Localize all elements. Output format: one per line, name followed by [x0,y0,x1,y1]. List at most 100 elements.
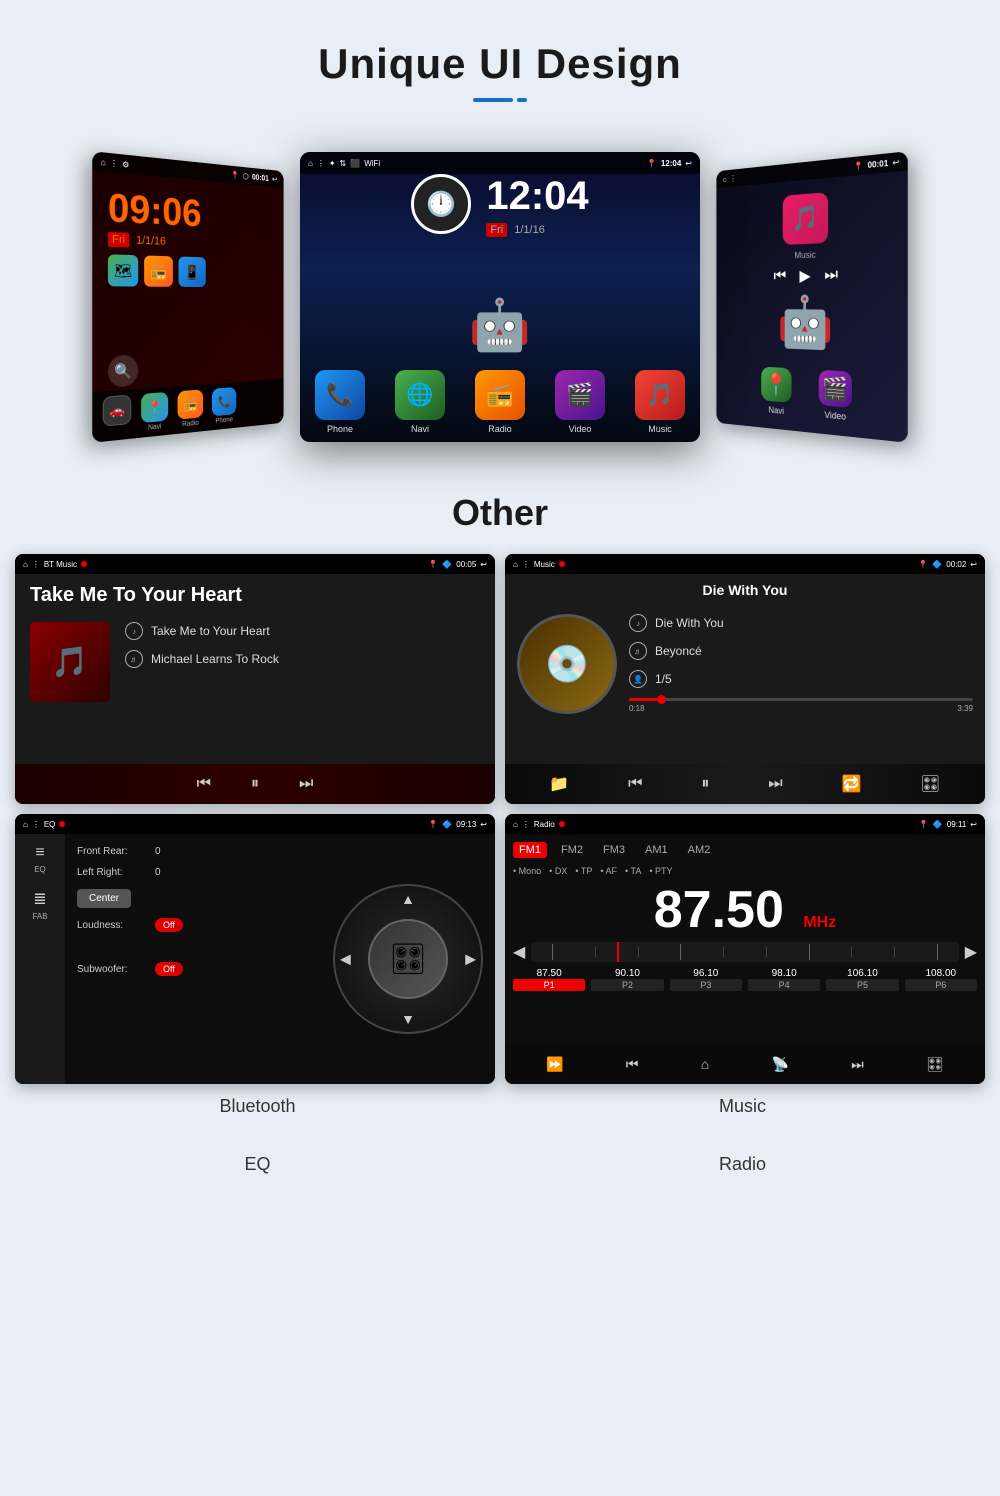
radio-wifi-icon[interactable]: 📡 [771,1056,788,1073]
bt-prev-icon[interactable]: ⏮ [197,775,211,793]
music-artist-name: Beyoncé [655,644,702,658]
bt-album-art: 🎵 [30,622,110,702]
radio-status-right: 📍 🔷 09:11 ↩ [919,820,977,829]
bt-screen-title: Take Me To Your Heart [30,584,480,607]
radio-home-ctrl-icon[interactable]: ⌂ [701,1056,709,1072]
subwoofer-toggle[interactable]: Off [155,962,183,976]
eq-sidebar-eq[interactable]: ≡ EQ [34,844,46,874]
music-status-left: ⌂ ⋮ Music [513,560,565,569]
music-folder-icon[interactable]: 📁 [549,774,569,794]
radio-band-fm2[interactable]: FM2 [555,842,589,858]
bt-track-name: Take Me to Your Heart [151,624,270,638]
eq-sidebar-fab[interactable]: ≣ FAB [32,889,47,921]
bt-time: 00:05 [456,560,476,569]
preset-1[interactable]: 87.50 P1 [513,968,585,991]
radio-status-bar: ⌂ ⋮ Radio 📍 🔷 09:11 ↩ [505,814,985,834]
bt-next-icon[interactable]: ⏭ [299,775,313,793]
nav-item-navi: 📍 Navi [141,392,168,432]
menu-icon-r: ⋮ [730,173,736,182]
bt-loc-icon: 📍 [428,560,438,569]
right-video-label: Video [824,410,846,422]
next-icon-r[interactable]: ⏭ [824,266,838,285]
app-label-navi: Navi [411,424,429,434]
center-clock: 🕛 12:04 Fri 1/1/16 [411,174,588,236]
preset-2[interactable]: 90.10 P2 [591,968,663,991]
prev-icon-r[interactable]: ⏮ [774,267,787,285]
eq-knob[interactable]: ▲ ▼ ◀ ▶ 🎛 [333,884,483,1034]
radio-slider-bar[interactable] [531,942,958,962]
radio-rewind-icon[interactable]: ⏩ [546,1056,563,1073]
progress-current: 0:18 [629,704,645,713]
eq-left-right-row: Left Right: 0 [77,867,321,878]
radio-next-btn[interactable]: ▶ [965,942,977,962]
left-status-right: 📍 ⬡ 00:01 ↩ [231,170,277,183]
bt-track-details: ♪ Take Me to Your Heart ♬ Michael Learns… [125,622,480,678]
search-icon-area[interactable]: 🔍 [108,354,138,387]
radio-band-am2[interactable]: AM2 [682,842,717,858]
music-eq-icon[interactable]: 🎛 [920,774,940,794]
music-back-icon: ↩ [970,560,977,569]
eq-icon: ≡ [35,844,44,862]
eq-front-rear-row: Front Rear: 0 [77,846,321,857]
music-prev-icon[interactable]: ⏮ [628,775,642,793]
right-navi-icon: 📍 [761,367,791,403]
preset-6[interactable]: 108.00 P6 [905,968,977,991]
preset-4-label: P4 [748,979,820,991]
tick-7 [809,944,810,960]
clock-circle: 🕛 [411,174,471,234]
knob-arrows: ▲ ▼ ◀ ▶ [335,886,481,1032]
image-icon-c: ⬛ [350,159,360,168]
radio-band-tabs: FM1 FM2 FM3 AM1 AM2 [513,842,977,858]
preset-4[interactable]: 98.10 P4 [748,968,820,991]
radio-icon: 📻 [178,389,204,419]
right-video-icon: 🎬 [819,370,852,408]
center-screen-content: ⌂ ⋮ ✦ ⇅ ⬛ WiFi 📍 12:04 ↩ 🕛 [300,152,700,442]
bt-pause-icon[interactable]: ⏸ [251,775,259,793]
radio-playback-controls: ⏩ ⏮ ⌂ 📡 ⏭ 🎛 [505,1044,985,1084]
music-next-icon[interactable]: ⏭ [768,775,782,793]
music-album-art: 💿 [517,614,617,714]
artist-icon: ♬ [125,650,143,668]
screens-grid: ⌂ ⋮ BT Music 📍 🔷 00:05 ↩ Take Me To Your… [0,554,1000,1084]
radio-label-text: Radio [500,1154,985,1175]
loudness-toggle[interactable]: Off [155,918,183,932]
screen-wrapper: ⌂ ⋮ ⚙ 📍 ⬡ 00:01 ↩ 09:06 Fri 1/1/16 [90,152,910,442]
eq-settings: Front Rear: 0 Left Right: 0 Center Loudn… [77,846,321,1072]
radio-home-icon: ⌂ [513,820,518,829]
radio-prev-btn[interactable]: ◀ [513,942,525,962]
opt-af: AF [600,866,617,876]
radio-band-am1[interactable]: AM1 [639,842,674,858]
left-clock-content: 09:06 Fri 1/1/16 🗺 📻 📱 🔍 🚗 [92,171,283,443]
play-icon-r[interactable]: ▶ [799,266,810,286]
knob-down-arrow: ▼ [401,1011,415,1027]
music-artist-row: ♬ Beyoncé [629,642,973,660]
preset-5-freq: 106.10 [826,968,898,979]
preset-5[interactable]: 106.10 P5 [826,968,898,991]
music-repeat-icon[interactable]: 🔁 [841,774,861,794]
car-icon: 🚗 [103,395,132,427]
app-label-music: Music [648,424,672,434]
tick-3 [638,947,639,957]
center-main-content: 🕛 12:04 Fri 1/1/16 🤖 [300,174,700,442]
radio-settings-icon[interactable]: 🎛 [926,1056,944,1073]
mini-radio-icon: 📻 [144,255,173,286]
music-label: Music [500,1096,985,1117]
tick-8 [851,947,852,957]
radio-prev-track-icon[interactable]: ⏮ [626,1056,639,1073]
eq-left-right-label: Left Right: [77,867,147,878]
tick-2 [595,947,596,957]
eq-subwoofer-area: Subwoofer: Off [77,962,321,976]
radio-band-fm1[interactable]: FM1 [513,842,547,858]
radio-time: 09:11 [947,820,966,829]
bt-playback-controls: ⏮ ⏸ ⏭ [15,764,495,804]
eq-subwoofer-label: Subwoofer: [77,964,147,975]
music-pause-icon[interactable]: ⏸ [701,775,709,793]
music-artist-icon: ♬ [629,642,647,660]
preset-3[interactable]: 96.10 P3 [670,968,742,991]
app-icon-radio: 📻 [475,370,525,420]
radio-band-fm3[interactable]: FM3 [597,842,631,858]
bt-bt-icon: 🔷 [442,560,452,569]
eq-center-button[interactable]: Center [77,889,131,908]
bt-menu-icon: ⋮ [32,560,40,569]
radio-next-track-icon[interactable]: ⏭ [851,1056,864,1073]
